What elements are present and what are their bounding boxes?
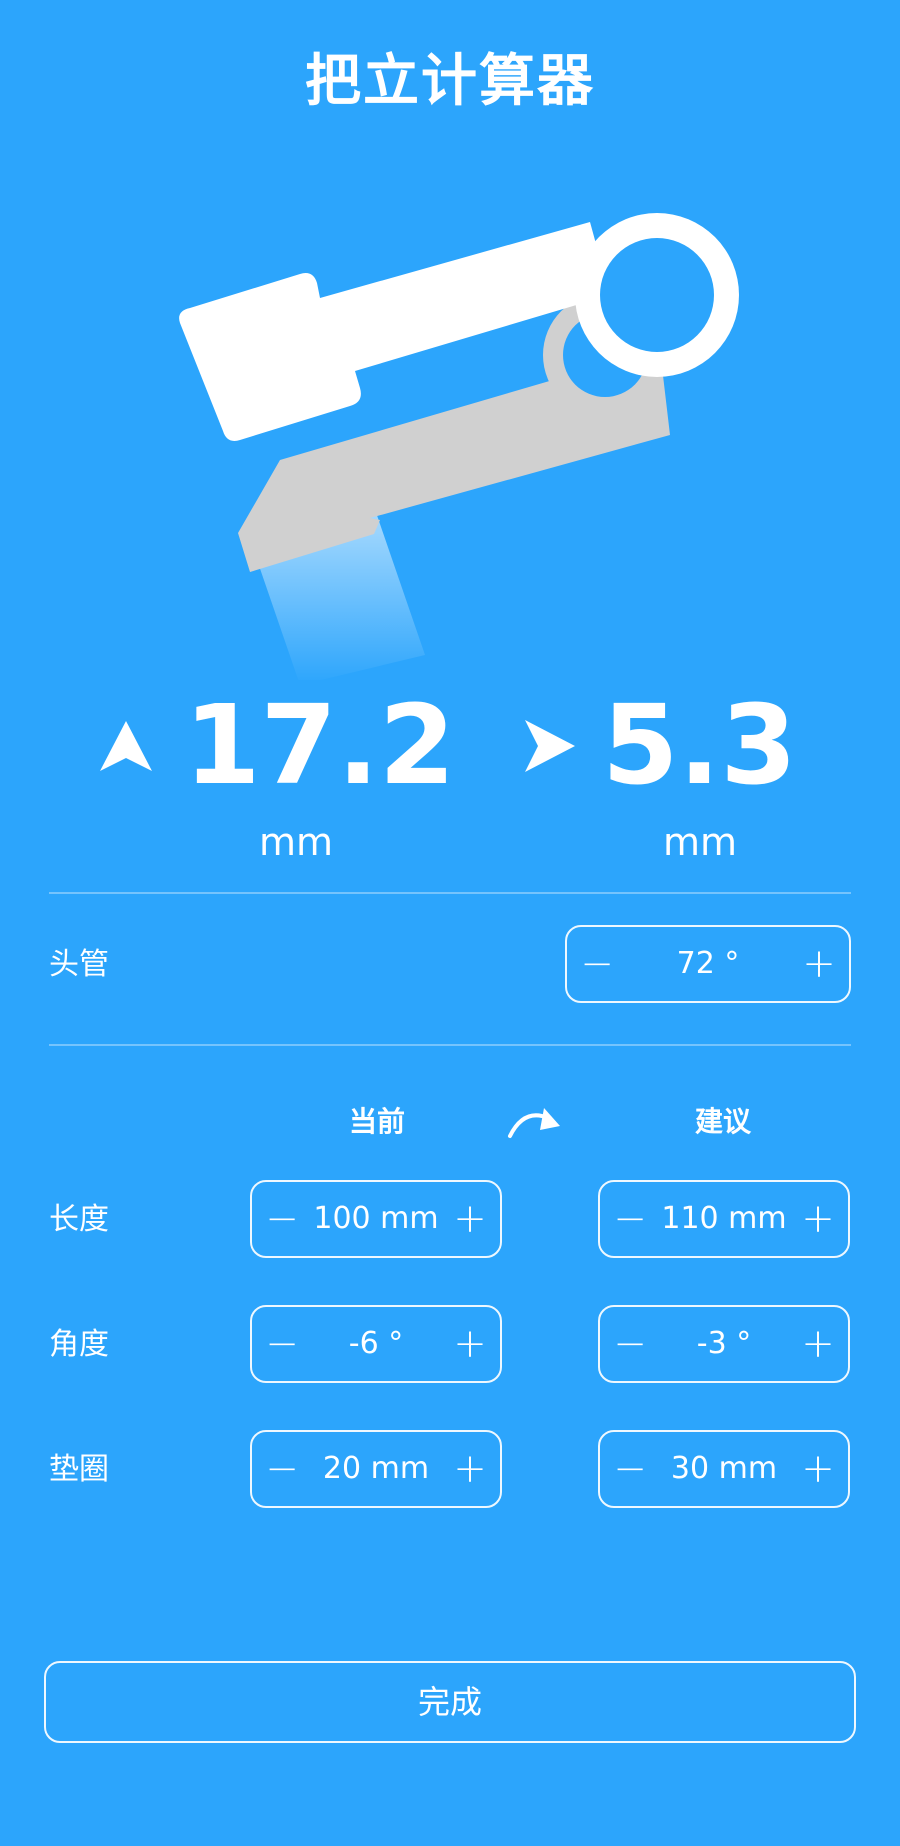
spacer-suggested-decrement-button[interactable]: −: [600, 1432, 660, 1506]
length-current-value: 100 mm: [313, 1201, 439, 1236]
stem-front-hole: [600, 238, 714, 352]
up-arrow-icon: [100, 721, 152, 771]
suggested-column-header: 建议: [694, 1105, 751, 1138]
angle-current-value: -6 °: [348, 1326, 404, 1361]
reach-readout: 5.3 mm: [520, 690, 820, 870]
head-tube-increment-button[interactable]: +: [789, 927, 849, 1001]
spacer-suggested-increment-button[interactable]: +: [788, 1432, 848, 1506]
spacer-current-decrement-button[interactable]: −: [252, 1432, 312, 1506]
length-current-decrement-button[interactable]: −: [252, 1182, 312, 1256]
angle-suggested-stepper: − -3 ° +: [598, 1305, 850, 1383]
angle-suggested-value: -3 °: [696, 1326, 752, 1361]
length-suggested-increment-button[interactable]: +: [788, 1182, 848, 1256]
right-arrow-icon: [525, 720, 575, 772]
row-label-length: 长度: [49, 1202, 109, 1237]
divider-top: [49, 892, 851, 894]
spacer-current-stepper: −20 mm +: [250, 1430, 502, 1508]
length-suggested-decrement-button[interactable]: −: [600, 1182, 660, 1256]
angle-current-decrement-button[interactable]: −: [252, 1307, 312, 1381]
length-current-stepper: −100 mm +: [250, 1180, 502, 1258]
head-tube-decrement-button[interactable]: −: [567, 927, 627, 1001]
length-current-increment-button[interactable]: +: [440, 1182, 500, 1256]
page-title: 把立计算器: [305, 49, 595, 114]
rise-value: 17.2: [184, 681, 456, 809]
row-label-spacer: 垫圈: [49, 1452, 109, 1487]
stem-illustration: [179, 213, 739, 680]
length-suggested-value: 110 mm: [661, 1201, 787, 1236]
angle-current-stepper: − -6 ° +: [250, 1305, 502, 1383]
rise-unit: mm: [258, 820, 334, 864]
reach-value: 5.3: [602, 681, 797, 809]
head-tube-stepper: − 72 ° +: [565, 925, 851, 1003]
done-button[interactable]: 完成: [44, 1661, 856, 1743]
spacer-current-value: 20 mm: [322, 1451, 430, 1486]
rise-readout: 17.2 mm: [96, 690, 455, 870]
current-column-header: 当前: [348, 1105, 405, 1138]
spacer-suggested-stepper: −30 mm +: [598, 1430, 850, 1508]
divider-middle: [49, 1044, 851, 1046]
length-suggested-stepper: −110 mm +: [598, 1180, 850, 1258]
row-label-angle: 角度: [49, 1327, 109, 1362]
head-tube-value: 72 °: [676, 946, 740, 981]
spacer-suggested-value: 30 mm: [670, 1451, 778, 1486]
head-tube-label: 头管: [49, 947, 109, 982]
curved-arrow-icon[interactable]: [504, 1104, 564, 1144]
reach-unit: mm: [662, 820, 738, 864]
angle-suggested-increment-button[interactable]: +: [788, 1307, 848, 1381]
spacer-current-increment-button[interactable]: +: [440, 1432, 500, 1506]
angle-current-increment-button[interactable]: +: [440, 1307, 500, 1381]
angle-suggested-decrement-button[interactable]: −: [600, 1307, 660, 1381]
